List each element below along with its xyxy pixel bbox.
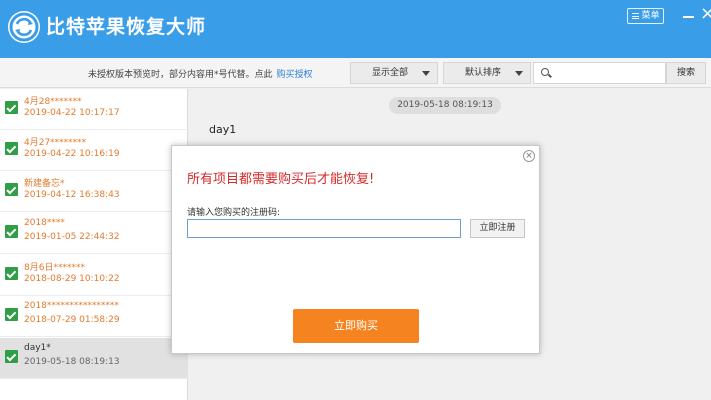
minimize-button[interactable]	[683, 16, 694, 18]
item-title: 8月6日*******	[24, 263, 85, 273]
dialog-close-button[interactable]: ×	[523, 150, 535, 162]
list-item[interactable]: day1* 2019-05-18 08:19:13	[0, 338, 188, 379]
item-date: 2018-07-29 01:58:29	[24, 315, 120, 325]
register-button[interactable]: 立即注册	[470, 219, 525, 238]
search-icon	[541, 68, 549, 76]
item-date: 2019-04-22 10:17:17	[24, 108, 120, 118]
checkbox-checked-icon[interactable]	[5, 225, 18, 238]
list-item[interactable]: 8月6日******* 2018-08-29 10:10:22	[0, 255, 188, 296]
filter-dropdown[interactable]: 显示全部	[350, 62, 438, 84]
message-text: day1	[209, 123, 237, 136]
list-item[interactable]: 新建备忘* 2019-04-12 16:38:43	[0, 171, 188, 212]
checkbox-checked-icon[interactable]	[5, 142, 18, 155]
menu-button[interactable]: 菜单	[627, 8, 664, 24]
notes-list: 4月28******* 2019-04-22 10:17:17 4月27****…	[0, 89, 188, 400]
item-date: 2019-01-05 22:44:32	[24, 232, 120, 242]
license-notice-text: 未授权版本预览时，部分内容用*号代替。点此	[88, 70, 273, 80]
list-item[interactable]: 2018**** 2019-01-05 22:44:32	[0, 213, 188, 254]
sort-dropdown[interactable]: 默认排序	[443, 62, 531, 84]
item-date: 2019-04-12 16:38:43	[24, 190, 120, 200]
list-item[interactable]: 4月27******** 2019-04-22 10:16:19	[0, 130, 188, 171]
checkbox-checked-icon[interactable]	[5, 267, 18, 280]
item-title: day1*	[24, 343, 51, 353]
item-date: 2018-08-29 10:10:22	[24, 274, 120, 284]
item-date: 2019-05-18 08:19:13	[24, 357, 120, 367]
checkbox-checked-icon[interactable]	[5, 308, 18, 321]
toolbar: 未授权版本预览时，部分内容用*号代替。点此 购买授权 显示全部 默认排序 搜索	[0, 58, 711, 88]
checkbox-checked-icon[interactable]	[5, 183, 18, 196]
chevron-down-icon	[422, 71, 430, 76]
list-item[interactable]: 2018**************** 2018-07-29 01:58:29	[0, 296, 188, 337]
license-notice: 未授权版本预览时，部分内容用*号代替。点此 购买授权	[88, 67, 313, 80]
app-logo-icon	[8, 11, 40, 43]
sort-dropdown-label: 默认排序	[464, 68, 501, 78]
item-title: 新建备忘*	[24, 179, 65, 189]
item-date: 2019-04-22 10:16:19	[24, 149, 120, 159]
buy-now-button[interactable]: 立即购买	[293, 309, 419, 343]
buy-license-link[interactable]: 购买授权	[277, 70, 313, 80]
list-item[interactable]: 4月28******* 2019-04-22 10:17:17	[0, 89, 188, 130]
message-timestamp: 2019-05-18 08:19:13	[389, 97, 501, 114]
checkbox-checked-icon[interactable]	[5, 101, 18, 114]
item-title: 2018****	[24, 218, 65, 228]
close-window-button[interactable]: ×	[700, 4, 711, 24]
registration-code-label: 请输入您购买的注册码:	[187, 208, 281, 218]
checkbox-checked-icon[interactable]	[5, 350, 18, 363]
chevron-down-icon	[515, 71, 523, 76]
hamburger-icon	[632, 13, 639, 19]
search-input[interactable]	[533, 62, 666, 84]
filter-dropdown-label: 显示全部	[371, 68, 408, 78]
search-button[interactable]: 搜索	[666, 62, 706, 84]
item-title: 2018****************	[24, 301, 119, 311]
item-title: 4月27********	[24, 138, 87, 148]
item-title: 4月28*******	[24, 97, 82, 107]
app-title: 比特苹果恢复大师	[46, 16, 207, 38]
purchase-dialog: × 所有项目都需要购买后才能恢复! 请输入您购买的注册码: 立即注册 立即购买	[171, 145, 540, 354]
title-bar: 比特苹果恢复大师 菜单 ×	[0, 0, 711, 58]
dialog-title: 所有项目都需要购买后才能恢复!	[187, 172, 375, 187]
menu-button-label: 菜单	[641, 11, 660, 21]
registration-code-input[interactable]	[187, 219, 461, 238]
